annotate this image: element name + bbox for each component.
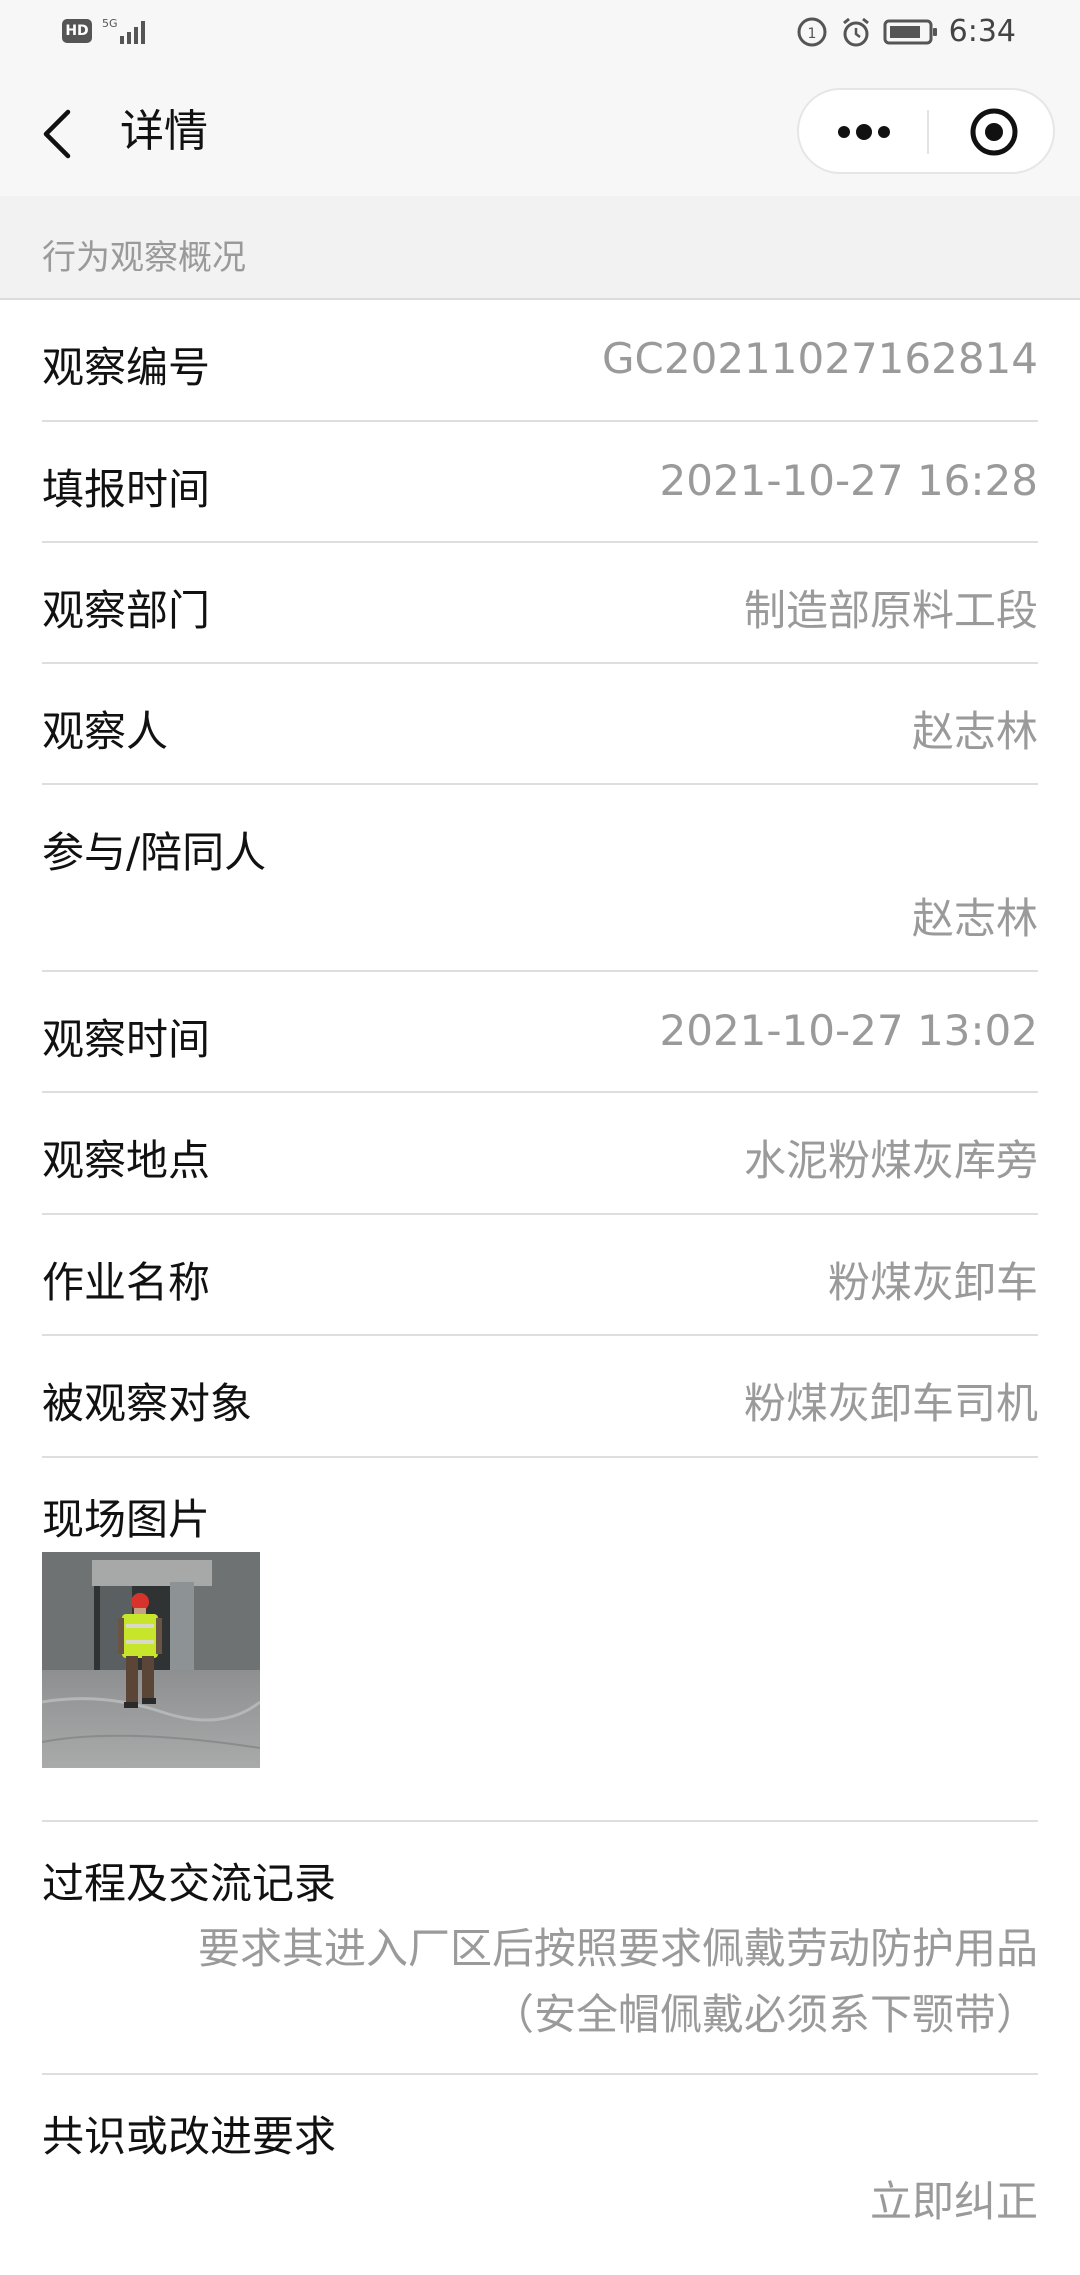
field-label: 被观察对象	[42, 1379, 253, 1428]
field-row-task-name: 作业名称 粉煤灰卸车	[42, 1215, 1038, 1336]
field-value: 赵志林	[911, 707, 1038, 756]
site-photo-thumbnail[interactable]	[42, 1552, 260, 1768]
field-label: 填报时间	[42, 465, 211, 514]
network-label: 5G	[102, 17, 118, 30]
field-value: 水泥粉煤灰库旁	[743, 1136, 1038, 1185]
back-button[interactable]	[36, 106, 80, 162]
field-value: 2021-10-27 16:28	[659, 456, 1038, 505]
field-row-department: 观察部门 制造部原料工段	[42, 543, 1038, 664]
field-label: 现场图片	[42, 1495, 211, 1544]
field-value: 赵志林	[911, 894, 1038, 943]
alarm-icon	[842, 17, 869, 46]
more-dots-icon	[838, 124, 890, 140]
status-bar: HD 5G 1 6:34	[0, 0, 1080, 70]
field-row-consensus: 共识或改进要求 立即纠正	[42, 2075, 1038, 2275]
target-circle-icon	[970, 108, 1018, 156]
field-value: 粉煤灰卸车司机	[743, 1379, 1038, 1428]
close-mini-program-button[interactable]	[949, 100, 1039, 164]
signal-icon: 5G	[102, 17, 145, 44]
field-value: 2021-10-27 13:02	[659, 1006, 1038, 1055]
page-title: 详情	[120, 106, 208, 157]
field-row-process-record: 过程及交流记录 要求其进入厂区后按照要求佩戴劳动防护用品 （安全帽佩戴必须系下颚…	[42, 1822, 1038, 2075]
capsule-divider	[927, 110, 929, 154]
field-row-participants: 参与/陪同人 赵志林	[42, 785, 1038, 972]
battery-icon	[883, 19, 937, 44]
process-record-line-1: 要求其进入厂区后按照要求佩戴劳动防护用品	[197, 1924, 1038, 1973]
section-header: 行为观察概况	[0, 196, 1080, 300]
more-button[interactable]	[819, 100, 909, 164]
field-value: GC20211027162814	[602, 334, 1038, 383]
clock: 6:34	[948, 14, 1016, 49]
hd-badge: HD	[62, 19, 92, 43]
field-label: 观察部门	[42, 586, 211, 635]
data-saver-icon: 1	[797, 17, 827, 46]
field-label: 参与/陪同人	[42, 828, 267, 877]
process-record-line-2: （安全帽佩戴必须系下颚带）	[491, 1990, 1038, 2039]
field-row-observed-subject: 被观察对象 粉煤灰卸车司机	[42, 1336, 1038, 1458]
field-label: 观察人	[42, 707, 169, 756]
status-left: HD 5G	[62, 16, 152, 46]
section-title: 行为观察概况	[42, 238, 246, 278]
status-right: 1 6:34	[795, 14, 1016, 49]
field-label: 过程及交流记录	[42, 1859, 337, 1908]
field-label: 观察编号	[42, 343, 211, 392]
nav-bar: 详情	[0, 70, 1080, 196]
mini-program-capsule	[797, 88, 1055, 174]
site-photo-image	[42, 1552, 260, 1768]
svg-text:1: 1	[807, 26, 816, 42]
field-row-observation-id: 观察编号 GC20211027162814	[42, 300, 1038, 422]
field-row-observer: 观察人 赵志林	[42, 664, 1038, 785]
field-row-report-time: 填报时间 2021-10-27 16:28	[42, 422, 1038, 543]
field-row-location: 观察地点 水泥粉煤灰库旁	[42, 1093, 1038, 1215]
field-label: 观察地点	[42, 1136, 211, 1185]
field-value: 制造部原料工段	[743, 586, 1038, 635]
field-value: 粉煤灰卸车	[827, 1258, 1038, 1307]
field-row-observation-time: 观察时间 2021-10-27 13:02	[42, 972, 1038, 1093]
field-label: 共识或改进要求	[42, 2112, 337, 2161]
field-label: 作业名称	[42, 1258, 211, 1307]
field-label: 观察时间	[42, 1015, 211, 1064]
chevron-left-icon	[43, 109, 71, 159]
field-row-site-photos: 现场图片	[42, 1458, 1038, 1822]
consensus-value: 立即纠正	[869, 2177, 1038, 2226]
